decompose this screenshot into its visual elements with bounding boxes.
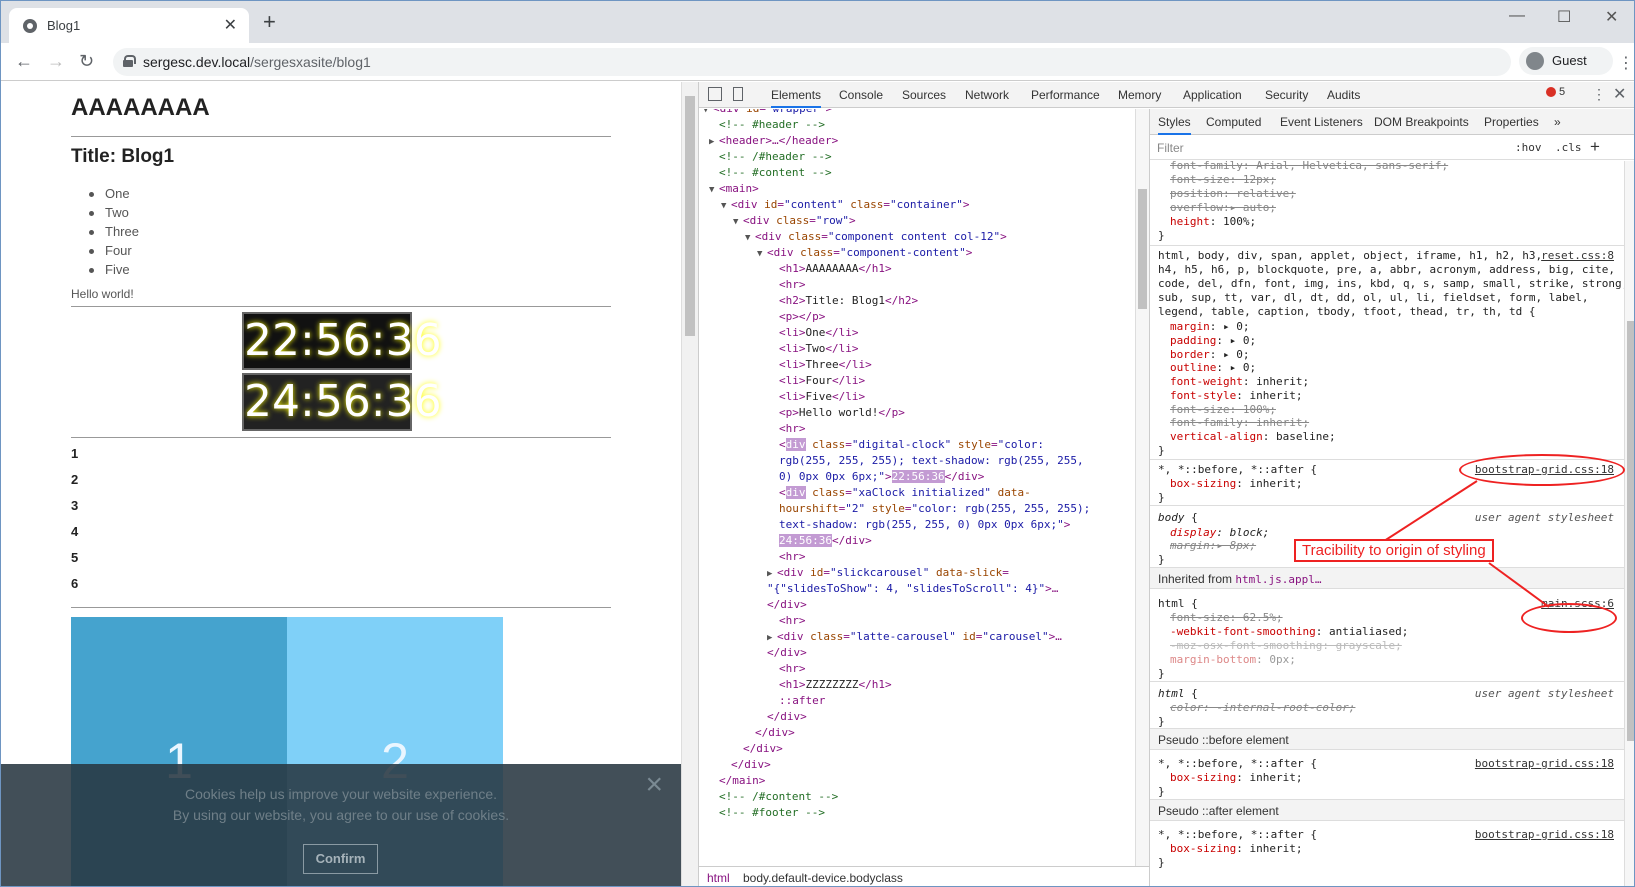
xa-clock: 24:56:36 (242, 373, 442, 431)
profile-label: Guest (1552, 53, 1587, 68)
tab-styles[interactable]: Styles (1158, 115, 1191, 135)
globe-icon (23, 19, 37, 33)
annotation-label: Tracibility to origin of styling (1294, 539, 1494, 562)
window-close-icon[interactable]: ✕ (1605, 7, 1618, 27)
browser-tab[interactable]: Blog1 ✕ (9, 8, 249, 43)
list-item: One (89, 186, 139, 205)
pseudo-before-section-header: Pseudo ::before element (1150, 728, 1624, 750)
source-link[interactable]: bootstrap-grid.css:18 (1475, 828, 1614, 841)
styles-scrollbar[interactable] (1624, 161, 1634, 886)
profile-button[interactable]: Guest (1519, 47, 1613, 75)
devtools-panel: Elements Console Sources Network Perform… (698, 82, 1634, 886)
more-tabs-icon[interactable]: » (1554, 115, 1561, 129)
inspect-element-icon[interactable] (708, 87, 722, 101)
elements-tree[interactable]: ▼<div id="wrapper"> <!-- #header --> ▶<h… (699, 109, 1135, 866)
styles-pane: Styles Computed Event Listeners DOM Brea… (1149, 109, 1634, 886)
page-scrollbar[interactable] (681, 82, 698, 886)
error-count-badge[interactable]: 5 (1546, 86, 1565, 98)
tab-audits[interactable]: Audits (1327, 88, 1360, 102)
tab-close-icon[interactable]: ✕ (224, 15, 237, 35)
list-item: Two (89, 205, 139, 224)
number-item: 2 (71, 472, 79, 487)
tab-elements[interactable]: Elements (771, 88, 822, 108)
cookie-close-icon[interactable]: × (645, 768, 663, 802)
cookie-confirm-button[interactable]: Confirm (303, 844, 378, 874)
browser-window: Blog1 ✕ + — ☐ ✕ ← → ↻ sergesc.dev.local/… (0, 0, 1635, 887)
ua-stylesheet-label: user agent stylesheet (1474, 687, 1614, 700)
minimize-icon[interactable]: — (1509, 7, 1525, 25)
tab-strip: Blog1 ✕ + — ☐ ✕ (1, 1, 1634, 43)
tab-memory[interactable]: Memory (1118, 88, 1161, 102)
tab-event-listeners[interactable]: Event Listeners (1280, 115, 1363, 129)
source-link[interactable]: bootstrap-grid.css:18 (1475, 757, 1614, 770)
device-toolbar-icon[interactable] (733, 87, 743, 101)
bullet-list: One Two Three Four Five (89, 186, 139, 281)
breadcrumb-item[interactable]: html (707, 871, 730, 885)
annotation-oval (1459, 454, 1625, 486)
divider (71, 607, 611, 608)
breadcrumb-item[interactable]: body.default-device.bodyclass (743, 871, 903, 885)
class-toggle-button[interactable]: .cls (1555, 141, 1582, 154)
elements-scrollbar[interactable] (1135, 109, 1149, 866)
address-bar[interactable]: sergesc.dev.local/sergesxasite/blog1 (113, 48, 1511, 76)
avatar-icon (1526, 52, 1544, 70)
breadcrumb: html body.default-device.bodyclass (699, 866, 1149, 886)
maximize-icon[interactable]: ☐ (1557, 7, 1571, 27)
hello-text: Hello world! (71, 287, 134, 301)
list-item: Three (89, 224, 139, 243)
page-h1: AAAAAAAA (71, 94, 210, 121)
ua-stylesheet-label: user agent stylesheet (1474, 511, 1614, 524)
pseudo-after-section-header: Pseudo ::after element (1150, 799, 1624, 821)
back-arrow-icon[interactable]: ← (15, 51, 33, 72)
tab-application[interactable]: Application (1183, 88, 1242, 102)
page-viewport: AAAAAAAA Title: Blog1 One Two Three Four… (1, 82, 681, 886)
list-item: Four (89, 243, 139, 262)
number-item: 5 (71, 550, 79, 565)
new-tab-button[interactable]: + (263, 11, 276, 33)
browser-menu-icon[interactable]: ⋮ (1618, 53, 1634, 73)
browser-toolbar: ← → ↻ sergesc.dev.local/sergesxasite/blo… (1, 43, 1634, 81)
devtools-tab-bar: Elements Console Sources Network Perform… (699, 82, 1634, 108)
devtools-close-icon[interactable]: ✕ (1613, 84, 1626, 104)
number-item: 4 (71, 524, 79, 539)
tab-network[interactable]: Network (965, 88, 1009, 102)
tab-computed[interactable]: Computed (1206, 115, 1261, 129)
tab-sources[interactable]: Sources (902, 88, 946, 102)
divider (71, 136, 611, 137)
source-link[interactable]: reset.css:8 (1541, 249, 1614, 262)
divider (71, 437, 611, 438)
tab-dom-breakpoints[interactable]: DOM Breakpoints (1374, 115, 1469, 129)
list-item: Five (89, 262, 139, 281)
styles-tab-bar: Styles Computed Event Listeners DOM Brea… (1150, 109, 1634, 135)
divider (71, 306, 611, 307)
annotation-oval (1521, 603, 1617, 633)
url-text: sergesc.dev.local/sergesxasite/blog1 (143, 54, 371, 70)
cookie-banner: Cookies help us improve your website exp… (1, 764, 681, 886)
style-rules[interactable]: font-family: Arial, Helvetica, sans-seri… (1150, 161, 1624, 886)
filter-input[interactable]: Filter (1157, 141, 1184, 155)
tab-console[interactable]: Console (839, 88, 883, 102)
tab-properties[interactable]: Properties (1484, 115, 1539, 129)
number-item: 3 (71, 498, 79, 513)
tab-security[interactable]: Security (1265, 88, 1308, 102)
tab-title: Blog1 (47, 18, 81, 33)
cookie-message: Cookies help us improve your website exp… (172, 786, 510, 823)
tab-performance[interactable]: Performance (1031, 88, 1100, 102)
number-item: 6 (71, 576, 79, 591)
forward-arrow-icon[interactable]: → (47, 51, 65, 72)
styles-filter-bar: Filter :hov .cls + (1150, 136, 1634, 160)
number-list: 1 2 3 4 5 6 (71, 446, 78, 602)
number-item: 1 (71, 446, 79, 461)
devtools-menu-icon[interactable]: ⋮ (1592, 86, 1606, 103)
inherited-section-header: Inherited from html.js.appl… (1150, 567, 1624, 589)
hover-state-button[interactable]: :hov (1515, 141, 1542, 154)
add-rule-icon[interactable]: + (1590, 137, 1600, 157)
digital-clock: 22:56:36 (242, 312, 442, 370)
lock-icon (123, 55, 136, 67)
reload-icon[interactable]: ↻ (79, 51, 94, 72)
error-icon (1546, 87, 1556, 98)
page-h2: Title: Blog1 (71, 146, 175, 167)
